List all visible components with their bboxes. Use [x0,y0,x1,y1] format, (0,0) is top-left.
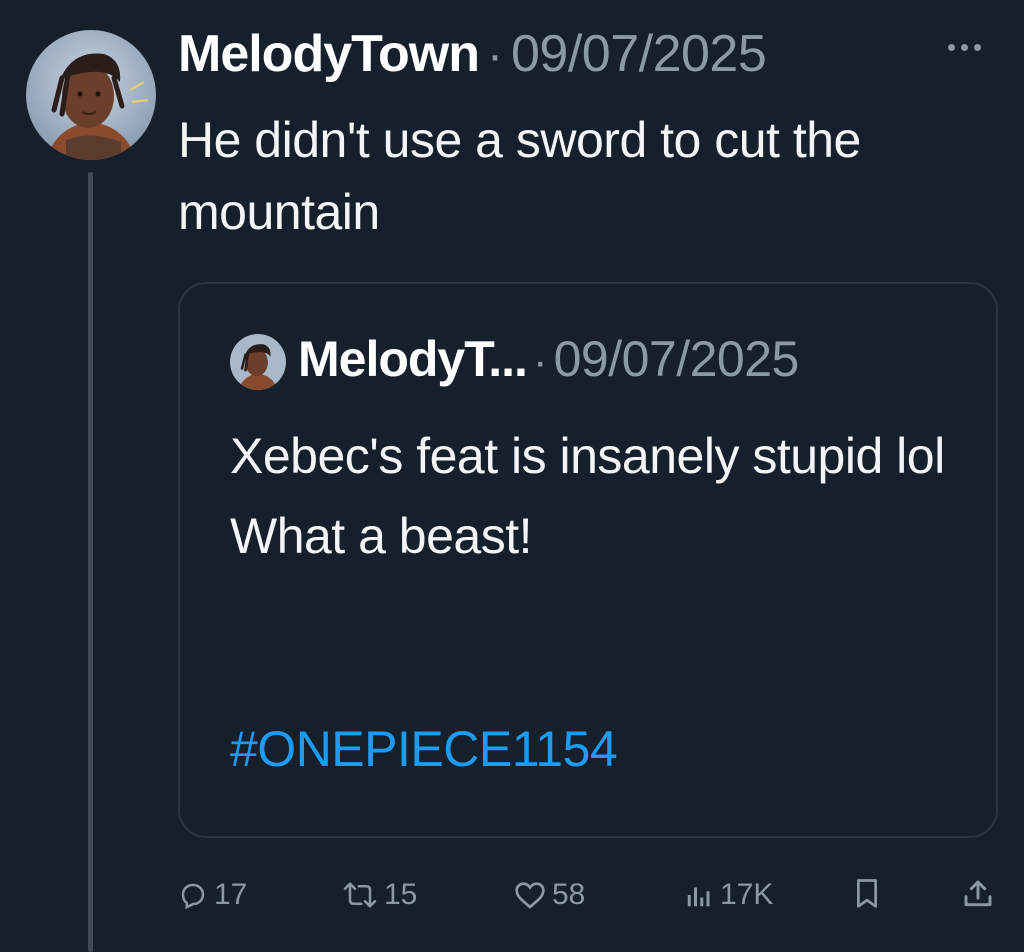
quoted-header: MelodyT... · 09/07/2025 [298,330,799,388]
like-count: 58 [552,878,586,911]
views-count: 17K [720,878,774,911]
reply-count: 17 [214,878,248,911]
repost-count: 15 [384,878,418,911]
like-button[interactable]: 58 [514,878,585,912]
more-icon[interactable] [948,44,981,51]
thread-line [88,172,93,952]
quoted-post[interactable]: MelodyT... · 09/07/2025 Xebec's feat is … [178,282,998,838]
timestamp[interactable]: 09/07/2025 [511,24,767,84]
reply-button[interactable]: 17 [178,878,247,912]
post-header: MelodyTown · 09/07/2025 [178,24,767,84]
display-name[interactable]: MelodyTown [178,24,480,84]
like-icon [514,880,546,910]
avatar[interactable] [26,30,156,160]
quoted-timestamp: 09/07/2025 [553,331,800,387]
repost-button[interactable]: 15 [342,878,417,912]
quoted-separator-dot: · [532,337,548,386]
separator-dot: · [487,29,503,82]
tweet: MelodyTown · 09/07/2025 He didn't use a … [0,0,1024,952]
views-button[interactable]: 17K [684,878,773,912]
repost-icon [342,880,378,910]
reply-icon [178,880,208,910]
views-icon [684,880,714,910]
share-icon [962,878,994,910]
quoted-text: Xebec's feat is insanely stupid lol What… [230,428,945,564]
bookmark-icon [852,878,882,910]
bookmark-button[interactable] [852,878,882,910]
quoted-display-name: MelodyT... [298,331,528,387]
quoted-avatar [230,334,286,390]
action-bar: 17 15 58 17K [0,878,1024,922]
hashtag-link[interactable]: #ONEPIECE1154 [230,720,618,778]
post-text: He didn't use a sword to cut the mountai… [178,112,861,240]
share-button[interactable] [962,878,994,910]
